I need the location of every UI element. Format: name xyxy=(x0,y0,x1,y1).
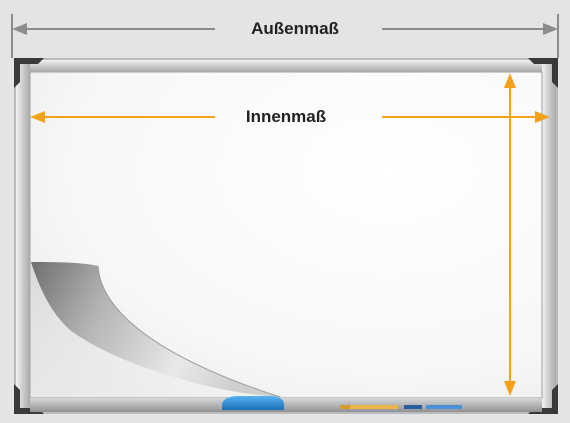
inner-dimension-label: Innenmaß xyxy=(245,107,327,126)
eraser-icon xyxy=(222,396,284,410)
diagram-canvas xyxy=(11,14,559,414)
marker-tray xyxy=(30,396,542,412)
outer-dimension-label: Außenmaß xyxy=(251,19,339,38)
whiteboard-diagram: Außenmaß Innenmaß xyxy=(0,0,570,418)
